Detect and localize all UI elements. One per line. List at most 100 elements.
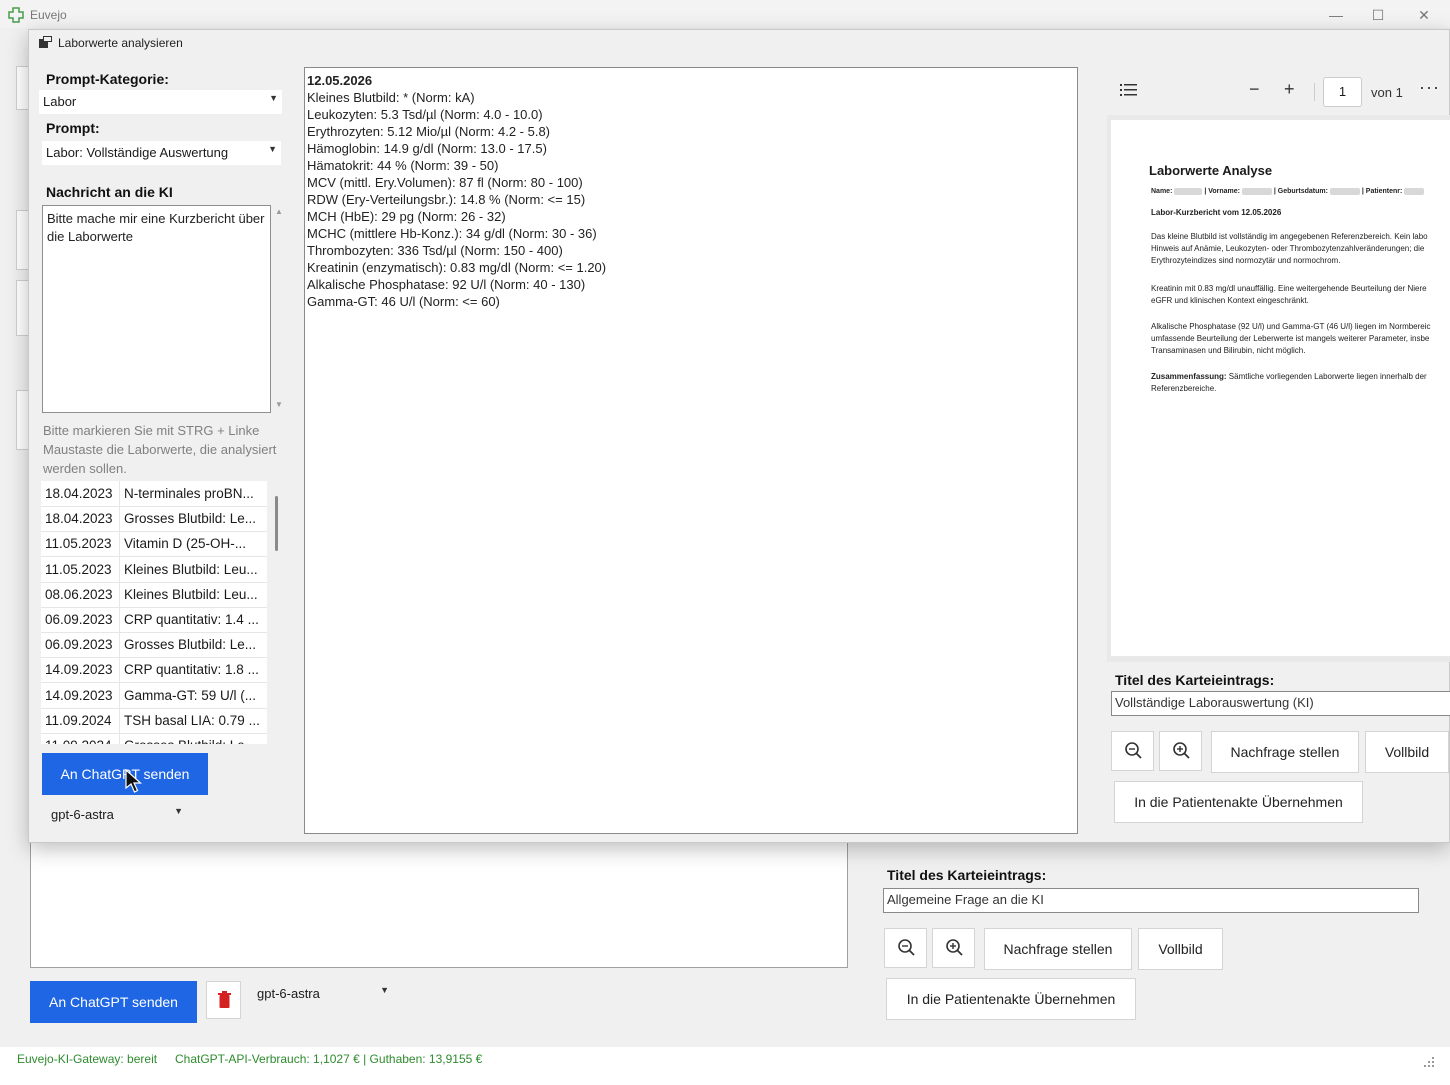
dialog-title: Laborwerte analysieren (58, 36, 183, 50)
lab-entry-date: 11.09.2024 (45, 712, 112, 728)
apply-to-record-button[interactable]: In die Patientenakte Übernehmen (1114, 781, 1363, 823)
lab-list-scrollbar[interactable] (273, 481, 281, 744)
lab-entry-text: Vitamin D (25-OH-... (124, 536, 247, 552)
outline-list-icon[interactable] (1120, 84, 1138, 97)
column-separator (119, 707, 120, 733)
main-model-select[interactable]: gpt-6-astra ▼ (253, 982, 393, 1006)
pdf-viewer[interactable]: Laborwerte Analyse Name: | Vorname: | Ge… (1107, 115, 1450, 662)
lab-entry-date: 18.04.2023 (45, 486, 113, 501)
result-line: Kleines Blutbild: * (Norm: kA) (307, 90, 475, 105)
zoom-out-icon (1125, 742, 1142, 759)
main-entry-title-label: Titel des Karteieintrags: (887, 867, 1047, 883)
result-line: Thrombozyten: 336 Tsd/µl (Norm: 150 - 40… (307, 243, 563, 258)
pdf-subheading: Labor-Kurzbericht vom 12.05.2026 (1151, 208, 1282, 217)
result-line: Kreatinin (enzymatisch): 0.83 mg/dl (Nor… (307, 260, 607, 275)
main-send-button[interactable]: An ChatGPT senden (30, 981, 197, 1023)
pdf-zoom-in-icon[interactable]: + (1284, 79, 1295, 100)
lab-entry-row[interactable]: 11.09.2024 Grosses Blutbild: Le... (41, 733, 267, 744)
more-options-icon[interactable]: ··· (1419, 77, 1440, 98)
message-scrollbar[interactable]: ▲ ▼ (273, 205, 287, 413)
column-separator (119, 607, 120, 632)
resize-grip-icon[interactable] (1420, 1053, 1436, 1069)
result-line: MCH (HbE): 29 pg (Norm: 26 - 32) (307, 209, 506, 224)
lab-entry-date: 11.05.2023 (45, 561, 112, 577)
result-line: Alkalische Phosphatase: 92 U/l (Norm: 40… (307, 277, 586, 292)
lab-results-text[interactable]: 12.05.2026 Kleines Blutbild: * (Norm: kA… (304, 67, 1078, 834)
main-apply-button[interactable]: In die Patientenakte Übernehmen (886, 978, 1136, 1020)
main-entry-title-input[interactable]: Allgemeine Frage an die KI (883, 888, 1419, 913)
pdf-toolbar: − + 1 von 1 ··· (1107, 67, 1450, 115)
model-value: gpt-6-astra (51, 807, 114, 822)
zoom-out-button[interactable] (1111, 731, 1154, 771)
pdf-zoom-out-icon[interactable]: − (1249, 79, 1260, 100)
lab-entry-date: 08.06.2023 (45, 586, 113, 602)
status-bar: Euvejo-KI-Gateway: bereit ChatGPT-API-Ve… (0, 1047, 1450, 1085)
maximize-button[interactable]: ☐ (1358, 4, 1398, 26)
scroll-up-icon[interactable]: ▲ (275, 207, 283, 216)
fullscreen-button[interactable]: Vollbild (1365, 731, 1449, 773)
entry-title-label: Titel des Karteieintrags: (1115, 672, 1275, 688)
trash-icon (218, 991, 231, 1008)
result-line: RDW (Ery-Verteilungsbr.): 14.8 % (Norm: … (307, 192, 586, 207)
column-separator (119, 581, 120, 607)
followup-button[interactable]: Nachfrage stellen (1211, 731, 1359, 773)
chevron-down-icon: ▼ (174, 806, 183, 816)
result-line: MCHC (mittlere Hb-Konz.): 34 g/dl (Norm:… (307, 226, 597, 241)
pdf-text-line: Das kleine Blutbild ist vollständig im a… (1151, 232, 1428, 241)
lab-entry-row[interactable]: 11.05.2023 Vitamin D (25-OH-... (41, 531, 267, 558)
lab-entry-row[interactable]: 18.04.2023 Grosses Blutbild: Le... (41, 506, 267, 533)
chevron-down-icon: ▼ (269, 93, 278, 103)
message-textarea[interactable]: Bitte mache mir eine Kurzbericht über di… (42, 205, 271, 413)
lab-entry-row[interactable]: 14.09.2023 CRP quantitativ: 1.8 ... (41, 657, 267, 684)
toolbar-divider (1314, 83, 1315, 101)
scrollbar-thumb[interactable] (275, 496, 278, 551)
result-line: Hämatokrit: 44 % (Norm: 39 - 50) (307, 158, 499, 173)
pdf-text-line: eGFR und klinischen Kontext eingeschränk… (1151, 296, 1309, 305)
chat-output-area[interactable] (30, 840, 848, 968)
lab-analysis-dialog: Laborwerte analysieren Prompt-Kategorie:… (28, 29, 1450, 843)
prompt-category-value: Labor (43, 94, 77, 109)
model-select[interactable]: gpt-6-astra ▼ (47, 803, 187, 827)
lab-entry-date: 06.09.2023 (45, 637, 113, 653)
pdf-text-line: Transaminasen und Bilirubin, nicht mögli… (1151, 346, 1306, 355)
lab-entry-row[interactable]: 11.09.2024 TSH basal LIA: 0.79 ... (41, 707, 267, 734)
lab-values-list[interactable]: 18.04.2023 N-terminales proBN... 18.04.202… (41, 481, 267, 744)
lab-entry-date: 14.09.2023 (45, 662, 113, 678)
pdf-page-count: von 1 (1371, 85, 1403, 100)
prompt-select[interactable]: Labor: Vollständige Auswertung ▼ (42, 141, 281, 165)
minimize-button[interactable]: — (1316, 4, 1356, 26)
lab-entry-row[interactable]: 18.04.2023 N-terminales proBN... (41, 481, 267, 507)
close-button[interactable]: ✕ (1404, 4, 1444, 26)
prompt-category-select[interactable]: Labor ▼ (39, 90, 282, 114)
zoom-in-icon (946, 939, 963, 956)
zoom-in-icon (1173, 742, 1190, 759)
result-line: Gamma-GT: 46 U/l (Norm: <= 60) (307, 294, 500, 309)
lab-entry-row[interactable]: 08.06.2023 Kleines Blutbild: Leu... (41, 581, 267, 608)
lab-entry-row[interactable]: 14.09.2023 Gamma-GT: 59 U/l (... (41, 682, 267, 709)
pdf-text-line: Alkalische Phosphatase (92 U/l) und Gamm… (1151, 322, 1431, 331)
main-zoom-out-button[interactable] (884, 928, 927, 968)
main-fullscreen-button[interactable]: Vollbild (1138, 928, 1223, 970)
dialog-titlebar (29, 30, 1450, 56)
result-line: Hämoglobin: 14.9 g/dl (Norm: 13.0 - 17.5… (307, 141, 547, 156)
lab-entry-date: 11.09.2024 (45, 738, 112, 744)
pdf-text-line: Hinweis auf Anämie, Leukozyten- oder Thr… (1151, 244, 1425, 253)
column-separator (119, 657, 120, 683)
lab-entry-row[interactable]: 06.09.2023 CRP quantitativ: 1.4 ... (41, 607, 267, 633)
lab-entry-row[interactable]: 06.09.2023 Grosses Blutbild: Le... (41, 632, 267, 659)
delete-button[interactable] (206, 981, 241, 1019)
pdf-page-input[interactable]: 1 (1323, 77, 1362, 107)
scroll-down-icon[interactable]: ▼ (275, 400, 283, 409)
selection-hint: Bitte markieren Sie mit STRG + Linke Mau… (43, 423, 277, 476)
main-followup-button[interactable]: Nachfrage stellen (984, 928, 1132, 970)
lab-entry-text: N-terminales proBN... (124, 486, 254, 501)
result-line: Erythrozyten: 5.12 Mio/µl (Norm: 4.2 - 5… (307, 124, 551, 139)
lab-entry-text: TSH basal LIA: 0.79 ... (124, 712, 260, 728)
column-separator (119, 632, 120, 658)
entry-title-input[interactable]: Vollständige Laborauswertung (KI) (1111, 691, 1450, 716)
chevron-down-icon: ▼ (380, 985, 389, 995)
lab-entry-text: Grosses Blutbild: Le... (124, 637, 257, 653)
main-zoom-in-button[interactable] (932, 928, 975, 968)
zoom-in-button[interactable] (1159, 731, 1202, 771)
lab-entry-row[interactable]: 11.05.2023 Kleines Blutbild: Leu... (41, 556, 267, 583)
